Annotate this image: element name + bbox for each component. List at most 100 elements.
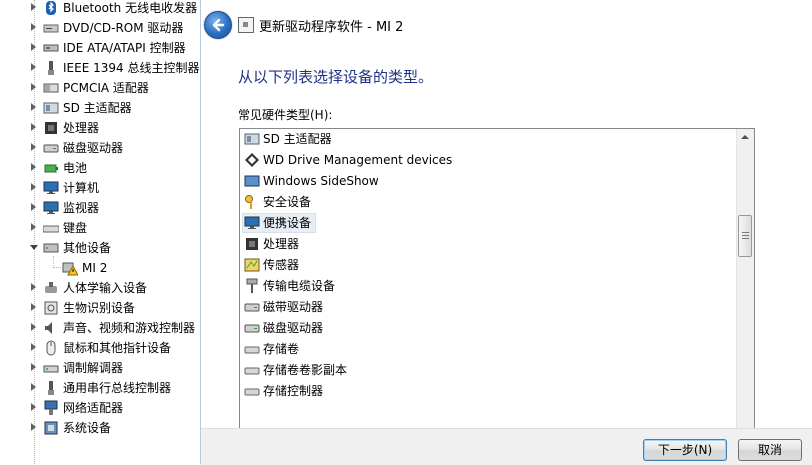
list-item-label: 安全设备 <box>263 195 312 209</box>
expand-closed-icon[interactable] <box>31 423 36 431</box>
expand-closed-icon[interactable] <box>31 163 36 171</box>
dialog-title: 更新驱动程序软件 - MI 2 <box>259 20 404 35</box>
scroll-up-icon[interactable] <box>741 135 749 139</box>
tree-item[interactable]: 网络适配器 <box>0 398 200 418</box>
tree-item-label: PCMCIA 适配器 <box>63 81 149 95</box>
tree-item-label: IDE ATA/ATAPI 控制器 <box>63 41 186 55</box>
expand-closed-icon[interactable] <box>31 283 36 291</box>
expand-open-icon[interactable] <box>30 245 38 250</box>
monitor-icon <box>43 200 59 216</box>
tree-item[interactable]: IEEE 1394 总线主控制器 <box>0 58 200 78</box>
tree-item[interactable]: PCMCIA 适配器 <box>0 78 200 98</box>
expand-closed-icon[interactable] <box>31 303 36 311</box>
tree-item[interactable]: 调制解调器 <box>0 358 200 378</box>
warning-device-icon <box>62 260 79 276</box>
tree-item-label: 其他设备 <box>63 241 112 255</box>
modem-icon <box>43 360 59 376</box>
tree-item-label: Bluetooth 无线电收发器 <box>63 1 198 15</box>
hardware-types-label: 常见硬件类型(H): <box>238 108 333 122</box>
tree-item[interactable]: 通用串行总线控制器 <box>0 378 200 398</box>
tree-item[interactable]: 键盘 <box>0 218 200 238</box>
list-item[interactable]: 安全设备 <box>240 192 734 212</box>
hardware-types-list[interactable]: SD 主适配器 WD Drive Management devices Window… <box>239 128 755 447</box>
expand-closed-icon[interactable] <box>31 383 36 391</box>
list-item[interactable]: 传感器 <box>240 255 734 275</box>
update-driver-dialog: 更新驱动程序软件 - MI 2 从以下列表选择设备的类型。 常见硬件类型(H):… <box>200 0 812 465</box>
expand-closed-icon[interactable] <box>31 363 36 371</box>
list-item[interactable]: WD Drive Management devices <box>240 150 734 170</box>
tree-item[interactable]: 电池 <box>0 158 200 178</box>
wizard-heading: 从以下列表选择设备的类型。 <box>238 68 434 86</box>
tree-item-label: 网络适配器 <box>63 401 124 415</box>
portable-device-icon <box>244 215 260 231</box>
tree-item-label: 鼠标和其他指针设备 <box>63 341 172 355</box>
storage-controller-icon <box>244 383 260 399</box>
cancel-button[interactable]: 取消 <box>738 439 802 461</box>
tree-item[interactable]: 鼠标和其他指针设备 <box>0 338 200 358</box>
tree-item[interactable]: 声音、视频和游戏控制器 <box>0 318 200 338</box>
expand-closed-icon[interactable] <box>31 63 36 71</box>
list-item[interactable]: 磁盘驱动器 <box>240 318 734 338</box>
expand-closed-icon[interactable] <box>31 23 36 31</box>
tree-item[interactable]: IDE ATA/ATAPI 控制器 <box>0 38 200 58</box>
tree-item-label: 声音、视频和游戏控制器 <box>63 321 196 335</box>
next-button[interactable]: 下一步(N) <box>643 439 727 461</box>
expand-closed-icon[interactable] <box>31 123 36 131</box>
list-item[interactable]: 存储控制器 <box>240 381 734 401</box>
expand-closed-icon[interactable] <box>31 403 36 411</box>
tree-item[interactable]: 人体学输入设备 <box>0 278 200 298</box>
tree-item-label: 处理器 <box>63 121 100 135</box>
expand-closed-icon[interactable] <box>31 143 36 151</box>
wd-device-icon <box>244 152 260 168</box>
expand-closed-icon[interactable] <box>31 203 36 211</box>
battery-icon <box>43 160 59 176</box>
dvd-drive-icon <box>43 20 59 36</box>
list-item[interactable]: 处理器 <box>240 234 734 254</box>
tree-item-label: MI 2 <box>82 261 108 275</box>
back-button[interactable] <box>204 11 232 39</box>
expand-closed-icon[interactable] <box>31 3 36 11</box>
device-manager-icon <box>238 17 254 33</box>
expand-closed-icon[interactable] <box>31 103 36 111</box>
tree-item[interactable]: DVD/CD-ROM 驱动器 <box>0 18 200 38</box>
tree-item-label: 通用串行总线控制器 <box>63 381 172 395</box>
tree-item[interactable]: MI 2 <box>0 258 200 278</box>
list-item-label: 存储卷卷影副本 <box>263 363 348 377</box>
tree-item[interactable]: 计算机 <box>0 178 200 198</box>
expand-closed-icon[interactable] <box>31 183 36 191</box>
list-item[interactable]: 传输电缆设备 <box>240 276 734 296</box>
list-item-label: 传输电缆设备 <box>263 279 336 293</box>
scroll-thumb[interactable] <box>738 215 752 257</box>
list-item-label: SD 主适配器 <box>263 132 332 146</box>
tree-item[interactable]: Bluetooth 无线电收发器 <box>0 0 200 18</box>
tree-item[interactable]: 磁盘驱动器 <box>0 138 200 158</box>
tree-item[interactable]: 系统设备 <box>0 418 200 438</box>
tree-item[interactable]: 监视器 <box>0 198 200 218</box>
expand-closed-icon[interactable] <box>31 323 36 331</box>
list-item[interactable]: SD 主适配器 <box>240 129 734 149</box>
expand-closed-icon[interactable] <box>31 43 36 51</box>
grip-line <box>742 238 749 239</box>
list-item[interactable]: Windows SideShow <box>240 171 734 191</box>
sensor-icon <box>244 257 260 273</box>
keyboard-icon <box>42 220 60 236</box>
expand-closed-icon[interactable] <box>31 83 36 91</box>
mouse-icon <box>43 340 59 356</box>
tree-item-label: SD 主适配器 <box>63 101 132 115</box>
tree-item[interactable]: 生物识别设备 <box>0 298 200 318</box>
tree-item[interactable]: 其他设备 <box>0 238 200 258</box>
list-item[interactable]: 磁带驱动器 <box>240 297 734 317</box>
list-scrollbar[interactable] <box>736 129 754 446</box>
dialog-footer: 下一步(N) 取消 <box>201 428 812 465</box>
expand-closed-icon[interactable] <box>31 223 36 231</box>
dialog-header: 更新驱动程序软件 - MI 2 <box>201 0 812 48</box>
expand-closed-icon[interactable] <box>31 343 36 351</box>
list-item[interactable]: 便携设备 <box>240 213 734 233</box>
list-item[interactable]: 存储卷卷影副本 <box>240 360 734 380</box>
tree-item[interactable]: 处理器 <box>0 118 200 138</box>
list-item[interactable]: 存储卷 <box>240 339 734 359</box>
tree-item-label: 键盘 <box>63 221 88 235</box>
tree-item[interactable]: SD 主适配器 <box>0 98 200 118</box>
grip-line <box>742 235 749 236</box>
list-item-label: Windows SideShow <box>263 174 379 188</box>
